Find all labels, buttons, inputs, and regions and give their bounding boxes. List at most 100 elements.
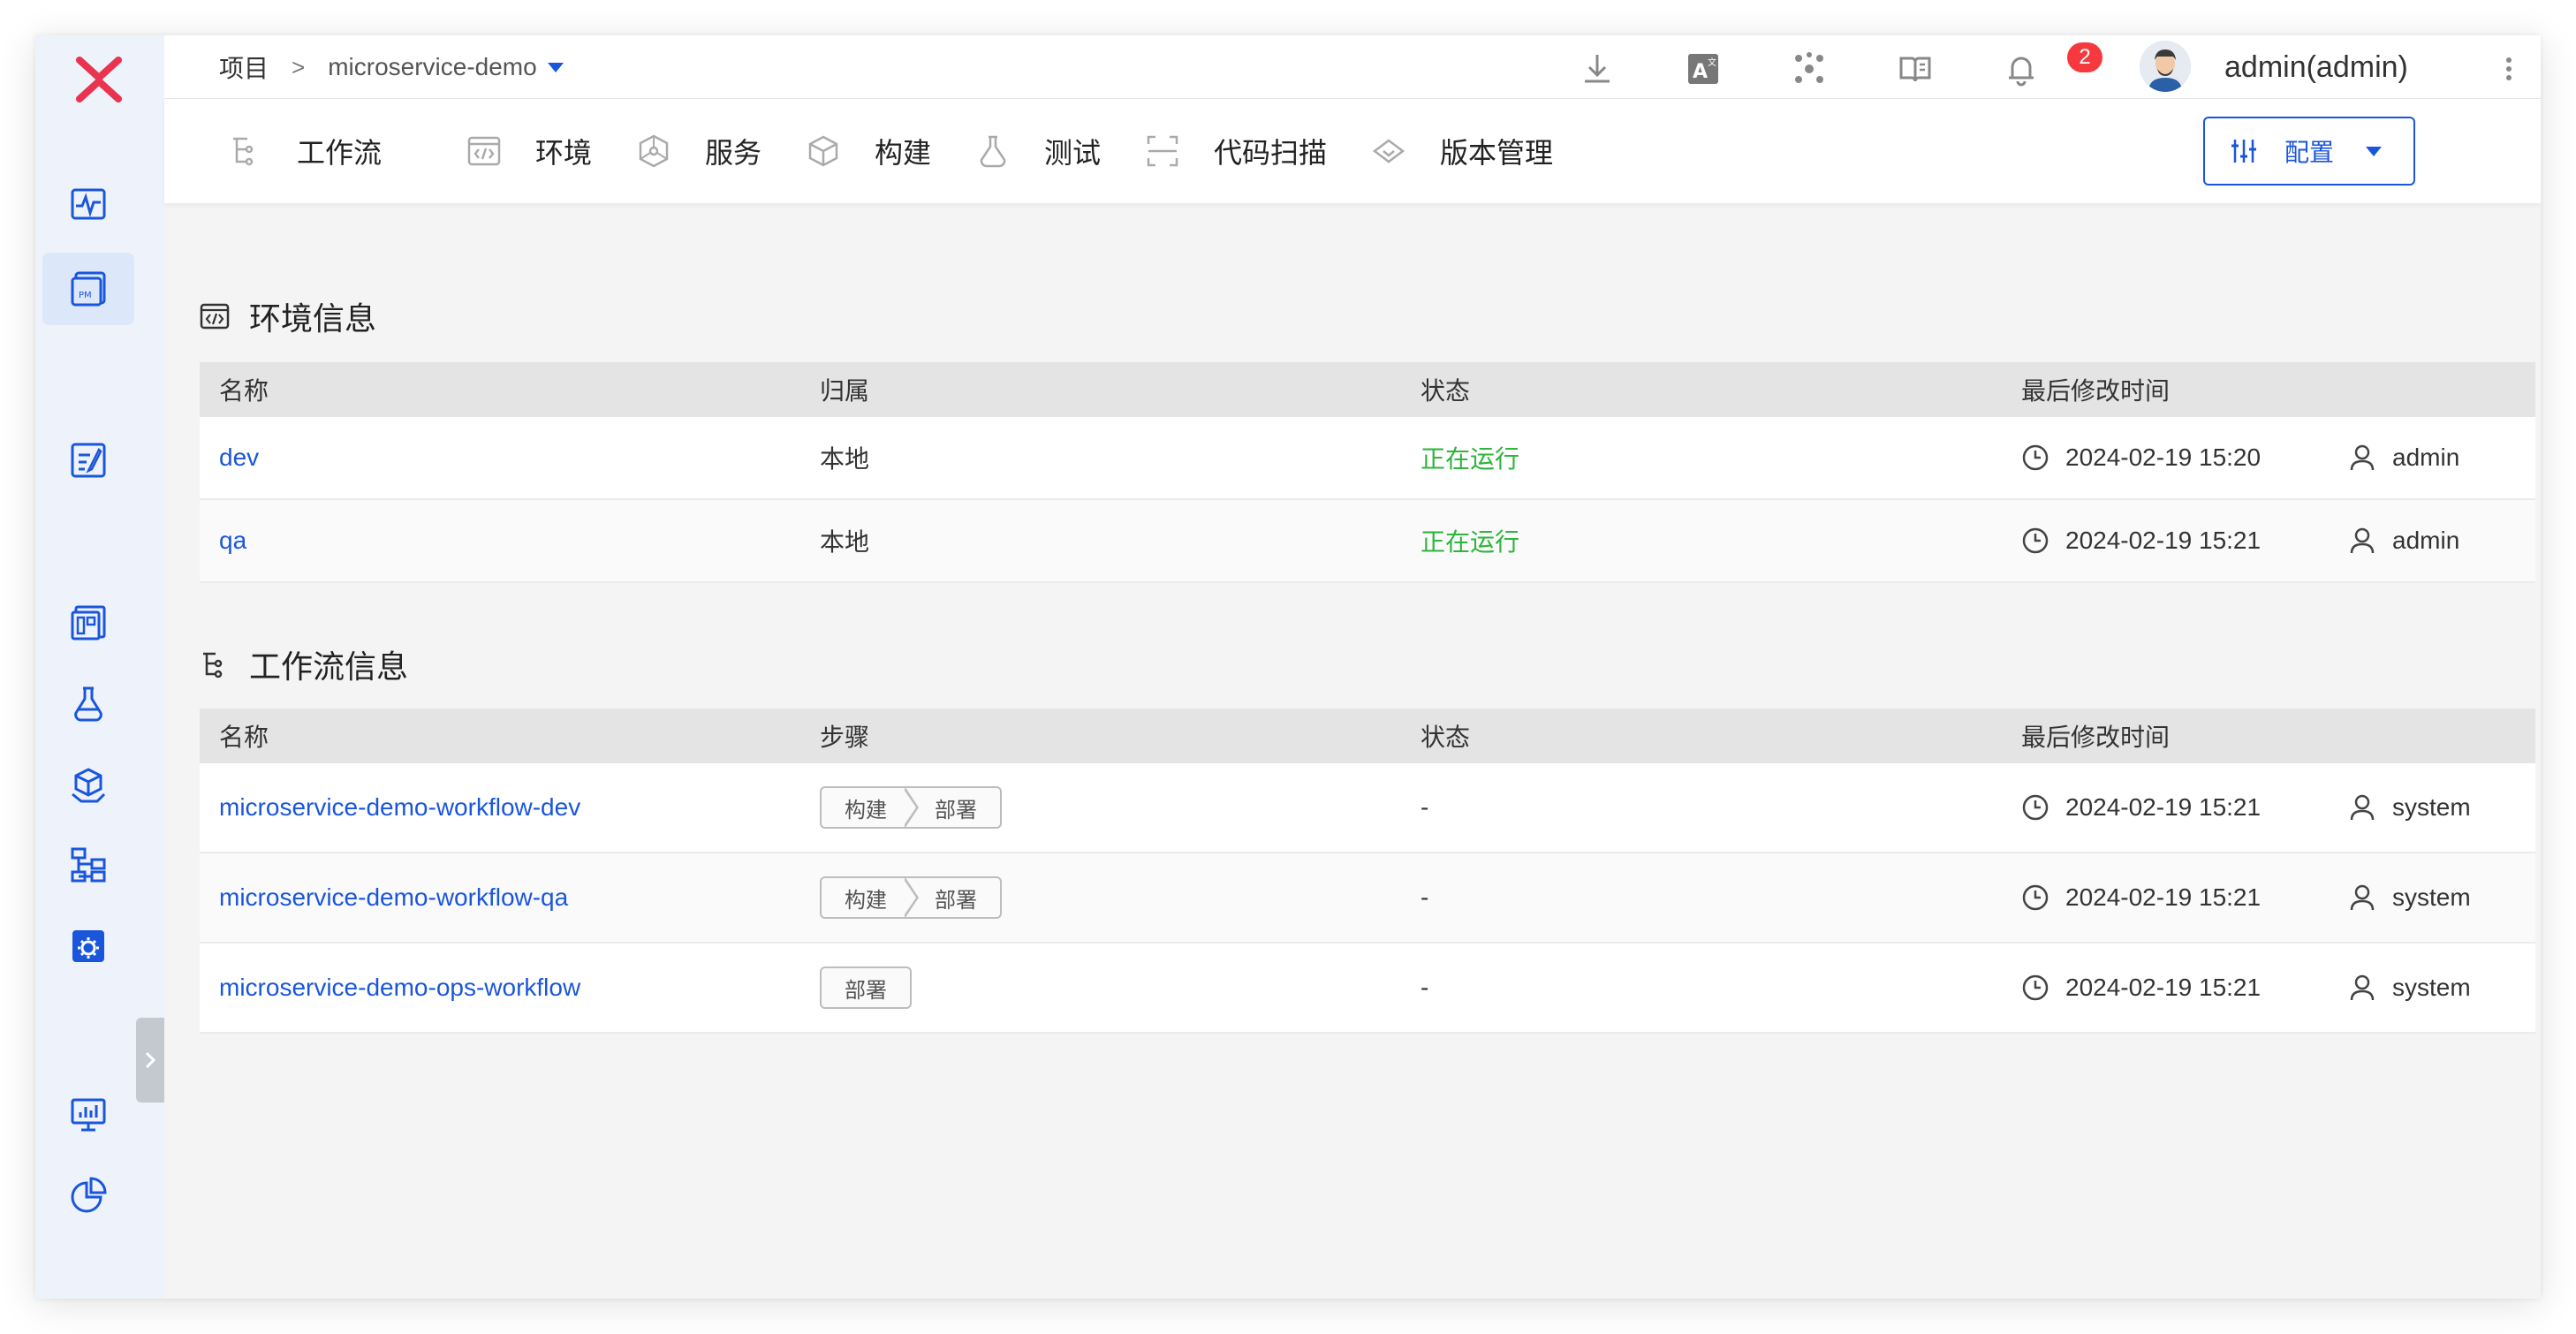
sidebar-item-releases[interactable] xyxy=(42,829,134,901)
sidebar-item-settings[interactable] xyxy=(42,910,134,982)
status-text: - xyxy=(1421,883,1429,911)
username-label[interactable]: admin(admin) xyxy=(2224,35,2408,99)
user-text: system xyxy=(2392,793,2471,821)
user-text: admin xyxy=(2392,443,2460,471)
sidebar-item-testing[interactable] xyxy=(42,668,134,740)
tab-environment[interactable]: 环境 xyxy=(466,99,592,203)
user-text: system xyxy=(2392,883,2471,911)
modified-user: admin xyxy=(2348,500,2459,581)
workflow-table-body: microservice-demo-workflow-dev 构建 部署 - 2… xyxy=(200,763,2535,1034)
flask-icon xyxy=(74,686,102,722)
caret-down-icon[interactable] xyxy=(547,62,564,72)
modified-user: system xyxy=(2348,944,2471,1032)
workflow-name-link[interactable]: microservice-demo-ops-workflow xyxy=(219,944,580,1032)
tab-test[interactable]: 测试 xyxy=(975,99,1101,203)
download-icon[interactable] xyxy=(1580,51,1615,87)
table-header: 名称 归属 状态 最后修改时间 xyxy=(200,362,2535,417)
chart-monitor-icon xyxy=(71,1098,106,1132)
user-avatar-icon xyxy=(2140,41,2191,92)
column-header-name: 名称 xyxy=(219,377,269,405)
tab-label: 构建 xyxy=(875,137,932,169)
tab-label: 代码扫描 xyxy=(1214,137,1328,169)
column-header-status: 状态 xyxy=(1421,724,1471,751)
time-text: 2024-02-19 15:21 xyxy=(2065,527,2262,554)
more-vertical-icon[interactable] xyxy=(2498,51,2519,87)
top-header: 项目 > microservice-demo A 文 2 admin(admin… xyxy=(164,35,2541,99)
config-dropdown-button[interactable]: 配置 xyxy=(2203,117,2415,186)
zadig-logo-icon[interactable] xyxy=(67,48,131,111)
modified-time: 2024-02-19 15:21 xyxy=(2021,853,2261,942)
table-header: 名称 步骤 状态 最后修改时间 xyxy=(200,709,2535,763)
hierarchy-icon xyxy=(71,847,106,883)
project-selector[interactable]: microservice-demo xyxy=(328,53,537,81)
clock-icon xyxy=(2022,444,2049,471)
bell-icon[interactable] xyxy=(2004,51,2039,87)
environment-icon xyxy=(200,303,230,330)
version-icon xyxy=(1372,139,1405,163)
env-section-title: 环境信息 xyxy=(200,293,376,339)
tab-service[interactable]: 服务 xyxy=(636,99,761,203)
tab-version[interactable]: 版本管理 xyxy=(1371,99,1553,203)
breadcrumb-projects-link[interactable]: 项目 xyxy=(219,49,269,85)
time-text: 2024-02-19 15:20 xyxy=(2065,443,2262,471)
svg-text:文: 文 xyxy=(1708,57,1716,68)
sidebar-item-monitor[interactable] xyxy=(42,1078,134,1150)
env-name-link[interactable]: dev xyxy=(219,417,259,498)
modified-user: admin xyxy=(2348,417,2459,498)
modified-time: 2024-02-19 15:21 xyxy=(2021,500,2261,581)
step-build: 构建 xyxy=(820,876,906,919)
sidebar-item-dashboard[interactable] xyxy=(42,168,134,240)
user-text: admin xyxy=(2392,527,2460,554)
workflow-name-link[interactable]: microservice-demo-workflow-qa xyxy=(219,853,568,942)
pie-chart-icon xyxy=(71,1177,107,1213)
table-row: microservice-demo-workflow-qa 构建 部署 - 20… xyxy=(200,853,2535,944)
time-text: 2024-02-19 15:21 xyxy=(2065,974,2262,1001)
step-deploy: 部署 xyxy=(906,786,1002,829)
book-open-icon[interactable] xyxy=(1898,51,1933,87)
status-text: - xyxy=(1421,793,1429,821)
code-scan-icon xyxy=(1147,135,1178,167)
step-deploy: 部署 xyxy=(820,966,912,1009)
status-text: - xyxy=(1421,974,1429,1001)
workflow-table: 名称 步骤 状态 最后修改时间 microservice-demo-workfl… xyxy=(200,709,2535,1034)
section-title-text: 工作流信息 xyxy=(249,648,409,685)
settings-box-icon xyxy=(72,930,104,962)
tab-build[interactable]: 构建 xyxy=(806,99,931,203)
column-header-modified: 最后修改时间 xyxy=(2021,724,2171,751)
package-hand-icon xyxy=(72,768,106,803)
time-text: 2024-02-19 15:21 xyxy=(2065,793,2262,821)
tab-workflow[interactable]: 工作流 xyxy=(228,99,382,203)
modified-time: 2024-02-19 15:21 xyxy=(2021,944,2261,1032)
workflow-name-link[interactable]: microservice-demo-workflow-dev xyxy=(219,763,580,852)
modified-time: 2024-02-19 15:20 xyxy=(2021,417,2261,498)
sidebar-item-artifacts[interactable] xyxy=(42,749,134,822)
modified-user: system xyxy=(2348,763,2471,852)
env-table: 名称 归属 状态 最后修改时间 dev 本地 正在运行 2024-02-19 1… xyxy=(200,362,2535,583)
table-row: qa 本地 正在运行 2024-02-19 15:21 admin xyxy=(200,500,2535,583)
status-badge: 正在运行 xyxy=(1421,528,1520,556)
column-header-owner: 归属 xyxy=(820,377,870,405)
column-header-steps: 步骤 xyxy=(820,724,870,751)
sidebar-collapse-toggle[interactable] xyxy=(136,1018,164,1103)
sidebar-item-templates[interactable] xyxy=(42,587,134,659)
sidebar: PM xyxy=(35,35,164,1299)
app-window: PM 项目 > microservice-demo A 文 2 admin(ad… xyxy=(35,35,2541,1299)
tab-code-scan[interactable]: 代码扫描 xyxy=(1145,99,1327,203)
environment-icon xyxy=(467,136,501,166)
translate-icon[interactable]: A 文 xyxy=(1686,51,1721,87)
sidebar-item-tasks[interactable] xyxy=(42,424,134,496)
sidebar-item-projects[interactable]: PM xyxy=(42,253,134,325)
sidebar-item-statistics[interactable] xyxy=(42,1159,134,1232)
table-row: dev 本地 正在运行 2024-02-19 15:20 admin xyxy=(200,417,2535,500)
project-manager-icon: PM xyxy=(71,271,106,307)
avatar[interactable] xyxy=(2140,41,2191,92)
workflow-section-title: 工作流信息 xyxy=(200,641,408,687)
user-icon xyxy=(2350,444,2375,471)
env-name-link[interactable]: qa xyxy=(219,500,246,581)
clock-icon xyxy=(2022,527,2049,554)
modified-time: 2024-02-19 15:21 xyxy=(2021,763,2261,852)
clock-icon xyxy=(2022,794,2049,821)
svg-text:PM: PM xyxy=(79,291,92,300)
cluster-nodes-icon[interactable] xyxy=(1792,51,1827,87)
breadcrumb-separator: > xyxy=(292,53,306,80)
